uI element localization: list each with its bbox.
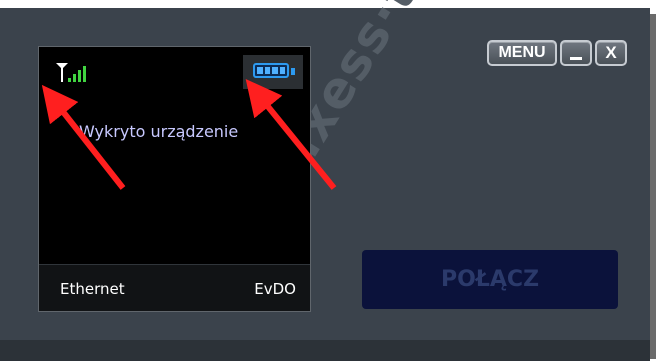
minimize-icon [570, 56, 582, 60]
network-type-label: EvDO [254, 280, 296, 298]
battery-tip [291, 68, 295, 75]
menu-button[interactable]: MENU [487, 40, 557, 66]
battery-indicator [243, 55, 303, 89]
window-controls: MENU X [487, 40, 627, 66]
screen-footer: Ethernet EvDO [39, 264, 310, 311]
close-button[interactable]: X [595, 40, 627, 66]
device-status-screen: Wykryto urządzenie Ethernet EvDO [38, 46, 311, 312]
status-message: Wykryto urządzenie [79, 122, 239, 141]
battery-icon [253, 63, 289, 78]
minimize-button[interactable] [560, 40, 592, 66]
bottom-strip [0, 340, 650, 361]
connection-type-label: Ethernet [60, 280, 125, 298]
signal-strength-icon [56, 63, 86, 82]
connect-button[interactable]: POŁĄCZ [362, 250, 618, 309]
